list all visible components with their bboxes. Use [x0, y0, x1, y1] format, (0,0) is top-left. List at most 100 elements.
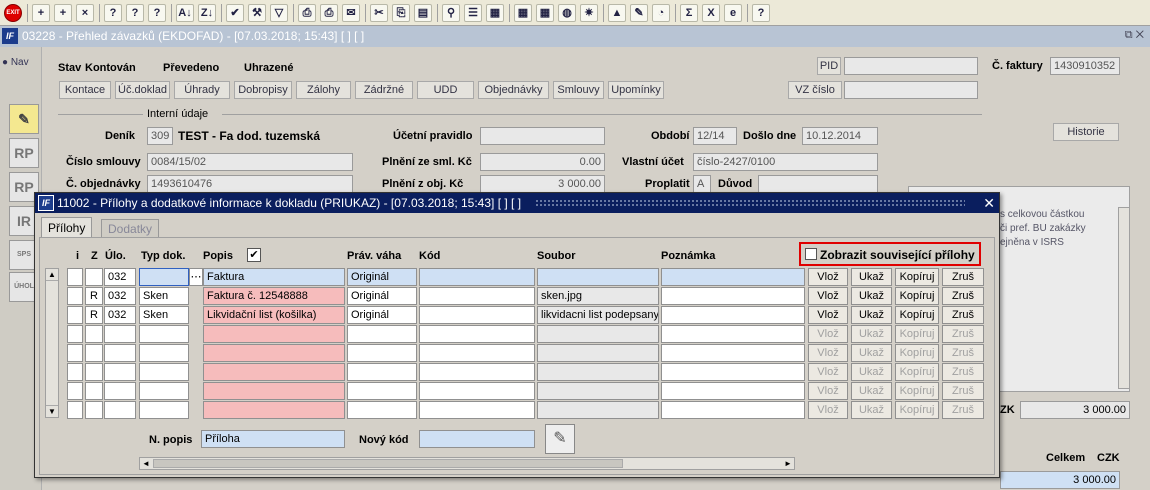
ukaz-button[interactable]: Ukaž — [851, 382, 892, 400]
kopiruj-button[interactable]: Kopíruj — [895, 344, 939, 362]
cell-z[interactable]: R — [85, 306, 103, 324]
cell-prav-vaha[interactable] — [347, 401, 417, 419]
cell-i[interactable] — [67, 382, 83, 400]
cell-soubor[interactable] — [537, 382, 659, 400]
cell-soubor[interactable]: likvidacni list podepsany. — [537, 306, 659, 324]
cell-popis[interactable]: Faktura č. 12548888 — [203, 287, 345, 305]
pencil-icon[interactable]: ✎ — [9, 104, 39, 134]
typ-dok-lookup-icon[interactable]: ⋯ — [189, 268, 203, 286]
copy-icon[interactable]: ⎘ — [392, 4, 410, 22]
cell-typ-dok[interactable] — [139, 363, 189, 381]
cell-i[interactable] — [67, 325, 83, 343]
kopiruj-button[interactable]: Kopíruj — [895, 382, 939, 400]
query-run-icon[interactable]: ? — [126, 4, 144, 22]
cell-kod[interactable] — [419, 325, 535, 343]
filter-icon[interactable]: ▽ — [270, 4, 288, 22]
cell-poznamka[interactable] — [661, 306, 805, 324]
cell-kod[interactable] — [419, 401, 535, 419]
cell-typ-dok[interactable] — [139, 382, 189, 400]
cell-poznamka[interactable] — [661, 363, 805, 381]
obdobi-field[interactable]: 12/14 — [693, 127, 737, 145]
zrus-button[interactable]: Zruš — [942, 325, 984, 343]
pid-field[interactable] — [844, 57, 978, 75]
header-button-9[interactable]: Upomínky — [608, 81, 664, 99]
cell-popis[interactable]: Likvidační list (košilka) — [203, 306, 345, 324]
cell-ulo[interactable] — [104, 382, 136, 400]
cell-poznamka[interactable] — [661, 325, 805, 343]
cell-soubor[interactable] — [537, 401, 659, 419]
cell-z[interactable] — [85, 382, 103, 400]
scroll-up-icon[interactable]: ▲ — [46, 269, 58, 281]
scroll-right-icon[interactable]: ► — [782, 458, 794, 469]
window-controls[interactable]: ⧉ ✕ — [1125, 29, 1144, 42]
cell-typ-dok[interactable] — [139, 344, 189, 362]
cell-typ-dok[interactable] — [139, 325, 189, 343]
zrus-button[interactable]: Zruš — [942, 363, 984, 381]
cell-i[interactable] — [67, 363, 83, 381]
zrus-button[interactable]: Zruš — [942, 287, 984, 305]
header-button-0[interactable]: Kontace — [59, 81, 111, 99]
ukaz-button[interactable]: Ukaž — [851, 306, 892, 324]
cell-ulo[interactable] — [104, 344, 136, 362]
cell-prav-vaha[interactable]: Originál — [347, 268, 417, 286]
vloz-button[interactable]: Vlož — [808, 306, 848, 324]
cell-i[interactable] — [67, 401, 83, 419]
vloz-button[interactable]: Vlož — [808, 382, 848, 400]
zrus-button[interactable]: Zruš — [942, 306, 984, 324]
cell-i[interactable] — [67, 268, 83, 286]
vloz-button[interactable]: Vlož — [808, 268, 848, 286]
cell-soubor[interactable] — [537, 268, 659, 286]
cell-soubor[interactable] — [537, 325, 659, 343]
cell-kod[interactable] — [419, 344, 535, 362]
vloz-button[interactable]: Vlož — [808, 401, 848, 419]
cell-kod[interactable] — [419, 287, 535, 305]
mail-icon[interactable]: ✉ — [342, 4, 360, 22]
cell-popis[interactable]: Faktura — [203, 268, 345, 286]
zrus-button[interactable]: Zruš — [942, 268, 984, 286]
ukaz-button[interactable]: Ukaž — [851, 325, 892, 343]
sort-desc-icon[interactable]: Z↓ — [198, 4, 216, 22]
vz-cislo-field[interactable] — [844, 81, 978, 99]
exit-icon[interactable]: EXIT — [4, 4, 22, 22]
cislo-objednavky-field[interactable]: 1493610476 — [147, 175, 353, 193]
n-popis-field[interactable]: Příloha — [201, 430, 345, 448]
header-button-6[interactable]: UDD — [417, 81, 474, 99]
cell-ulo[interactable]: 032 — [104, 306, 136, 324]
help-icon[interactable]: ? — [752, 4, 770, 22]
scroll-down-icon[interactable]: ▼ — [46, 405, 58, 417]
cell-typ-dok[interactable] — [139, 401, 189, 419]
cell-ulo[interactable]: 032 — [104, 287, 136, 305]
cell-soubor[interactable] — [537, 363, 659, 381]
confirm-icon[interactable]: ✔ — [226, 4, 244, 22]
cell-kod[interactable] — [419, 363, 535, 381]
cell-popis[interactable] — [203, 382, 345, 400]
cell-typ-dok[interactable] — [139, 268, 189, 286]
list-icon[interactable]: ☰ — [464, 4, 482, 22]
zoom-icon[interactable]: ⚲ — [442, 4, 460, 22]
grid-scrollbar[interactable] — [45, 268, 59, 418]
kopiruj-button[interactable]: Kopíruj — [895, 325, 939, 343]
kopiruj-button[interactable]: Kopíruj — [895, 401, 939, 419]
denik-field[interactable]: 309 — [147, 127, 173, 145]
query-icon[interactable]: ? — [104, 4, 122, 22]
rp-icon[interactable]: RP — [9, 138, 39, 168]
wrench-icon[interactable]: ⚒ — [248, 4, 266, 22]
doslo-dne-field[interactable]: 10.12.2014 — [802, 127, 878, 145]
print-preview-icon[interactable]: ⎙ — [320, 4, 338, 22]
cell-z[interactable]: R — [85, 287, 103, 305]
cell-i[interactable] — [67, 287, 83, 305]
cell-prav-vaha[interactable] — [347, 363, 417, 381]
paste-icon[interactable]: ▤ — [414, 4, 432, 22]
header-button-5[interactable]: Zádržné — [355, 81, 413, 99]
sum-icon[interactable]: Σ — [680, 4, 698, 22]
ukaz-button[interactable]: Ukaž — [851, 268, 892, 286]
cut-icon[interactable]: ✂ — [370, 4, 388, 22]
cell-poznamka[interactable] — [661, 382, 805, 400]
vloz-button[interactable]: Vlož — [808, 325, 848, 343]
proplatit-field[interactable]: A — [693, 175, 711, 193]
cell-soubor[interactable] — [537, 344, 659, 362]
grid-icon[interactable]: ▦ — [486, 4, 504, 22]
cell-kod[interactable] — [419, 306, 535, 324]
eraser-icon[interactable]: ✎ — [545, 424, 575, 454]
cell-popis[interactable] — [203, 363, 345, 381]
